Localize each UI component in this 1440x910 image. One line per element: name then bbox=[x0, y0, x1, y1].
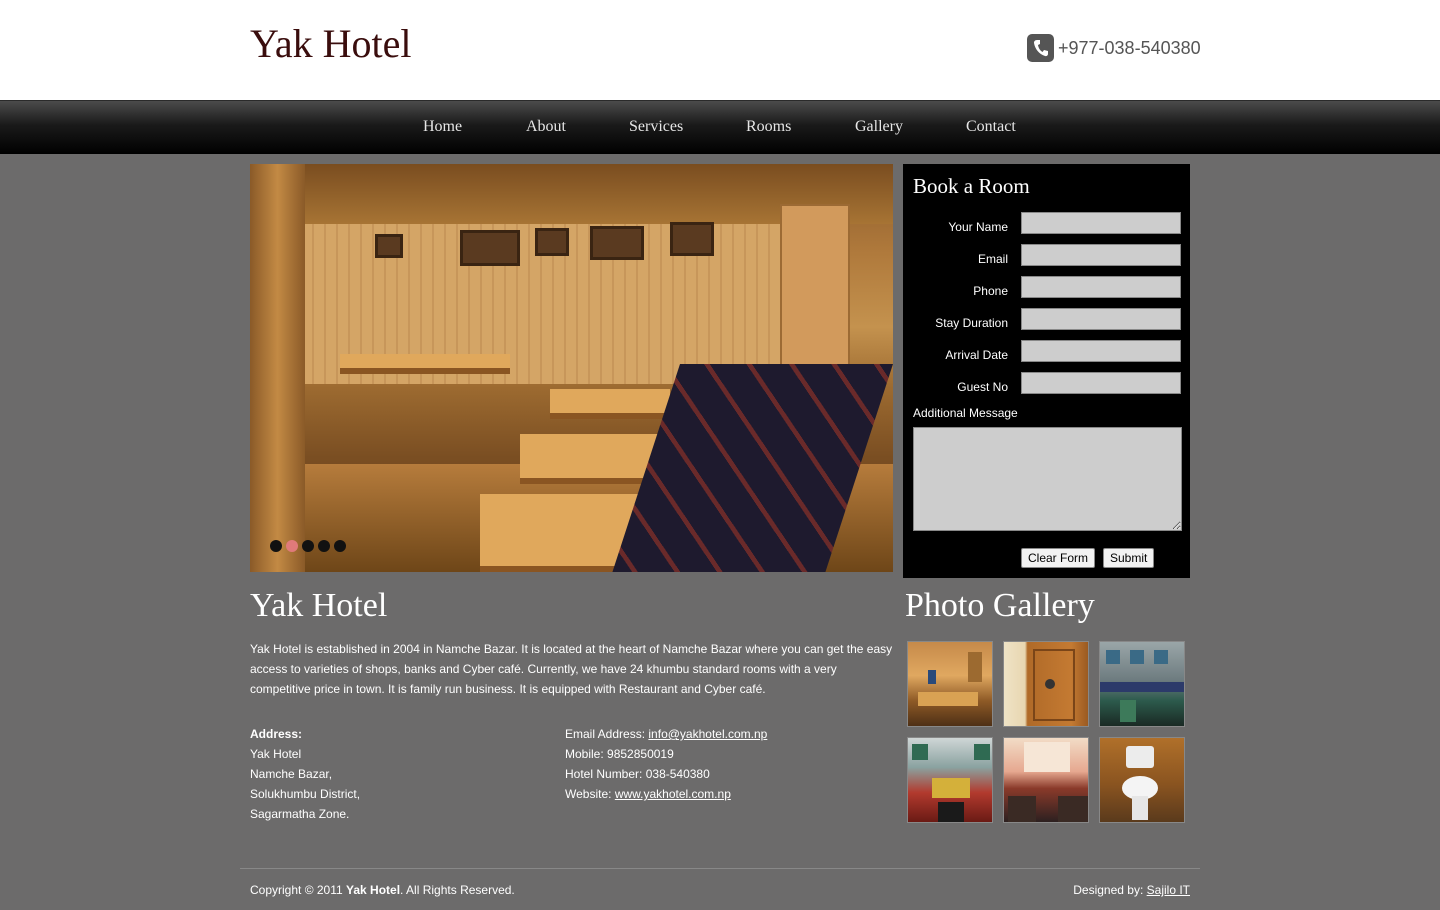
main-nav: Home About Services Rooms Gallery Contac… bbox=[0, 100, 1440, 154]
gallery-thumb-building[interactable] bbox=[1099, 641, 1185, 727]
footer-divider bbox=[240, 868, 1200, 869]
about-text: Yak Hotel is established in 2004 in Namc… bbox=[250, 642, 893, 696]
arrival-date-label: Arrival Date bbox=[945, 348, 1008, 362]
name-field[interactable] bbox=[1021, 212, 1181, 234]
slider-dot[interactable] bbox=[286, 540, 298, 552]
gallery-thumb-door[interactable] bbox=[1003, 641, 1089, 727]
slide-frame bbox=[535, 228, 569, 256]
nav-gallery[interactable]: Gallery bbox=[855, 118, 903, 136]
stay-duration-field[interactable] bbox=[1021, 308, 1181, 330]
message-textarea[interactable] bbox=[913, 427, 1182, 531]
designed-by: Designed by: Sajilo IT bbox=[1073, 882, 1190, 898]
phone-contact: +977-038-540380 bbox=[1027, 34, 1201, 62]
submit-button[interactable]: Submit bbox=[1103, 548, 1155, 568]
website-link[interactable]: www.yakhotel.com.np bbox=[615, 787, 731, 801]
phone-field[interactable] bbox=[1021, 276, 1181, 298]
site-header: Yak Hotel +977-038-540380 bbox=[0, 0, 1440, 100]
guest-no-field[interactable] bbox=[1021, 372, 1181, 394]
about-title: Yak Hotel bbox=[250, 587, 388, 624]
slide-table bbox=[340, 354, 510, 374]
gallery-thumb-restaurant[interactable] bbox=[907, 641, 993, 727]
site-logo[interactable]: Yak Hotel bbox=[250, 22, 412, 66]
email-link[interactable]: info@yakhotel.com.np bbox=[648, 727, 767, 741]
nav-services[interactable]: Services bbox=[629, 118, 683, 136]
copyright-suffix: . All Rights Reserved. bbox=[400, 883, 515, 897]
gallery-thumb-facade[interactable] bbox=[907, 737, 993, 823]
address-line: Solukhumbu District, bbox=[250, 787, 361, 801]
address-block: Address: Yak Hotel Namche Bazar, Solukhu… bbox=[250, 724, 360, 824]
slider-dot[interactable] bbox=[270, 540, 282, 552]
image-slider[interactable] bbox=[250, 164, 893, 572]
nav-about[interactable]: About bbox=[526, 118, 566, 136]
gallery-thumb-bathroom[interactable] bbox=[1099, 737, 1185, 823]
hotel-number-label: Hotel Number: bbox=[565, 767, 643, 781]
slide-post bbox=[250, 164, 305, 572]
arrival-date-field[interactable] bbox=[1021, 340, 1181, 362]
gallery-thumb-bedroom[interactable] bbox=[1003, 737, 1089, 823]
slide-table bbox=[550, 389, 670, 419]
address-line: Namche Bazar, bbox=[250, 767, 333, 781]
slide-frame bbox=[460, 230, 520, 266]
slider-dot[interactable] bbox=[334, 540, 346, 552]
nav-contact[interactable]: Contact bbox=[966, 118, 1016, 136]
email-label: Email bbox=[977, 252, 1008, 266]
booking-form: Book a Room Your Name Email Phone Stay D… bbox=[903, 164, 1190, 578]
slide-frame bbox=[590, 226, 644, 260]
nav-home[interactable]: Home bbox=[423, 118, 462, 136]
website-label: Website: bbox=[565, 787, 612, 801]
address-line: Yak Hotel bbox=[250, 747, 302, 761]
address-heading: Address: bbox=[250, 727, 303, 741]
copyright-prefix: Copyright © 2011 bbox=[250, 883, 343, 897]
booking-title: Book a Room bbox=[913, 174, 1030, 198]
name-label: Your Name bbox=[948, 220, 1008, 234]
address-line: Sagarmatha Zone. bbox=[250, 807, 350, 821]
email-field[interactable] bbox=[1021, 244, 1181, 266]
mobile-label: Mobile: bbox=[565, 747, 604, 761]
email-label: Email Address: bbox=[565, 727, 646, 741]
phone-icon bbox=[1027, 34, 1054, 62]
phone-number: +977-038-540380 bbox=[1058, 38, 1201, 58]
slide-frame bbox=[670, 222, 714, 256]
nav-rooms[interactable]: Rooms bbox=[746, 118, 791, 136]
slider-dot[interactable] bbox=[302, 540, 314, 552]
guest-no-label: Guest No bbox=[957, 380, 1008, 394]
phone-label: Phone bbox=[973, 284, 1008, 298]
gallery-title: Photo Gallery bbox=[905, 587, 1095, 624]
mobile-number: 9852850019 bbox=[607, 747, 674, 761]
copyright-brand: Yak Hotel bbox=[346, 883, 401, 897]
slider-dots bbox=[270, 540, 346, 552]
slider-dot[interactable] bbox=[318, 540, 330, 552]
stay-duration-label: Stay Duration bbox=[935, 316, 1008, 330]
designer-link[interactable]: Sajilo IT bbox=[1147, 883, 1190, 897]
clear-form-button[interactable]: Clear Form bbox=[1021, 548, 1096, 568]
message-label: Additional Message bbox=[913, 406, 1018, 420]
designed-label: Designed by: bbox=[1073, 883, 1144, 897]
copyright: Copyright © 2011 Yak Hotel. All Rights R… bbox=[250, 882, 515, 898]
contact-block: Email Address: info@yakhotel.com.np Mobi… bbox=[565, 724, 767, 804]
slide-frame bbox=[375, 234, 403, 258]
hotel-number: 038-540380 bbox=[645, 767, 710, 781]
